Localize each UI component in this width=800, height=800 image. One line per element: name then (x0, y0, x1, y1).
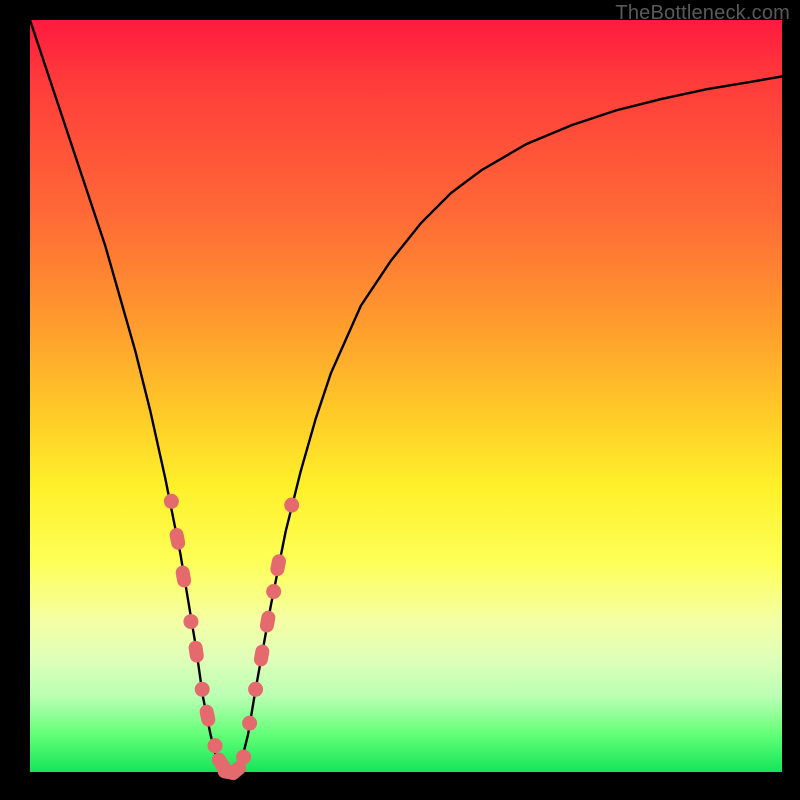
highlight-lozenge (259, 610, 277, 634)
plot-area (30, 20, 782, 772)
highlight-lozenge (188, 640, 205, 664)
highlight-lozenge (175, 564, 193, 588)
highlight-lozenge (253, 643, 271, 667)
highlight-dot (195, 682, 210, 697)
highlight-dot (164, 494, 179, 509)
curve-svg (30, 20, 782, 772)
highlight-dot (242, 716, 257, 731)
highlighted-points-group (164, 494, 299, 783)
highlight-lozenge (198, 703, 216, 727)
highlight-dot (266, 584, 281, 599)
highlight-dot (284, 498, 299, 513)
highlight-dot (207, 738, 222, 753)
highlight-lozenge (168, 527, 186, 551)
highlight-dot (183, 614, 198, 629)
highlight-dot (248, 682, 263, 697)
chart-frame: TheBottleneck.com (0, 0, 800, 800)
highlight-lozenge (269, 553, 287, 577)
highlight-dot (236, 749, 251, 764)
bottleneck-curve (30, 20, 782, 772)
